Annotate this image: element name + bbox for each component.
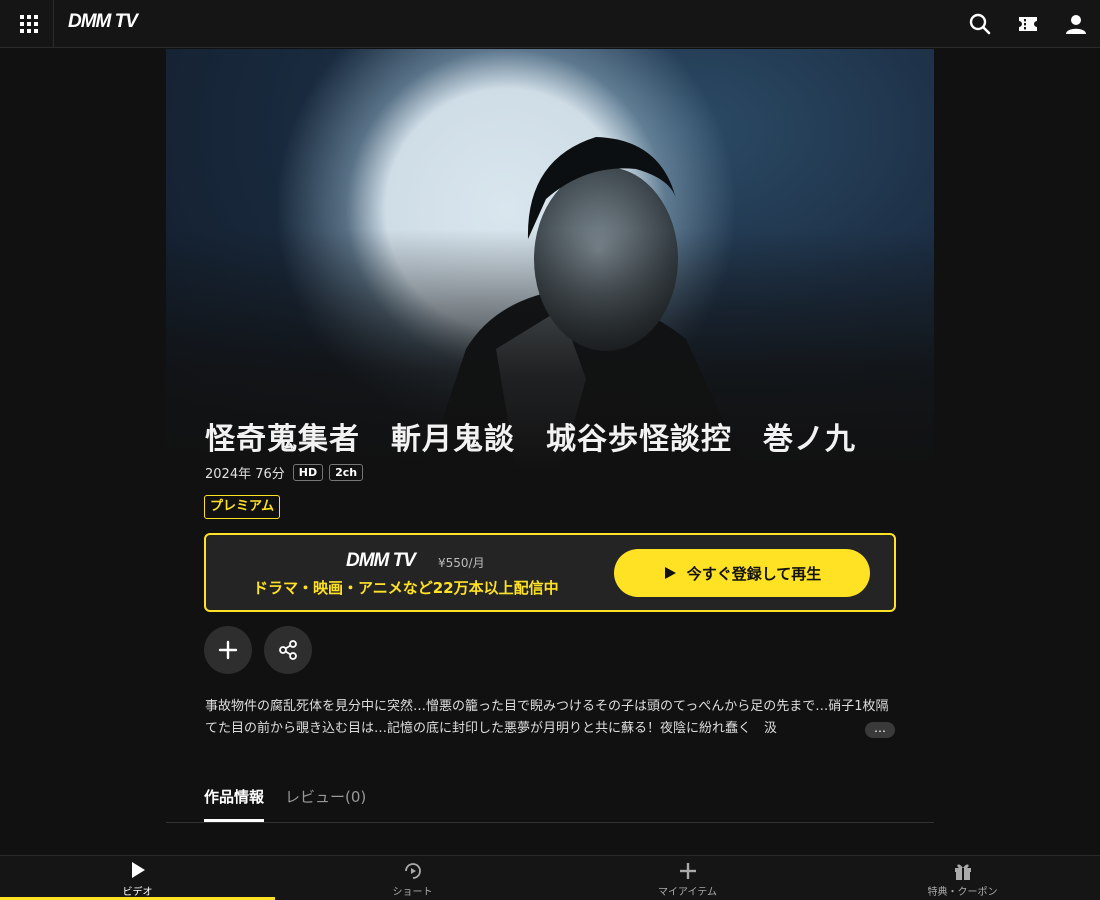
ticket-icon[interactable] [1016, 12, 1040, 36]
bottom-navigation: ビデオ ショート マイアイテム 特典・クーポン [0, 855, 1100, 900]
nav-label: 特典・クーポン [927, 887, 998, 898]
nav-item-shorts[interactable]: ショート [275, 856, 550, 900]
nav-label: ビデオ [122, 887, 153, 898]
share-icon [279, 640, 297, 660]
share-button[interactable] [264, 626, 312, 674]
hero-figure-illustration [426, 137, 746, 469]
synopsis-text: 事故物件の腐乱死体を見分中に突然…憎悪の籠った目で睨みつけるその子は頭のてっぺん… [205, 699, 889, 736]
subscribe-play-label: 今すぐ登録して再生 [686, 564, 822, 583]
play-icon [664, 567, 676, 579]
user-icon[interactable] [1064, 12, 1088, 36]
promo-logo: DMM TV [346, 550, 416, 571]
subscribe-play-button[interactable]: 今すぐ登録して再生 [614, 549, 870, 597]
shorts-icon [404, 863, 421, 879]
site-logo[interactable]: DMM TV [68, 11, 138, 33]
top-header: DMM TV [0, 0, 1100, 48]
add-icon [218, 640, 238, 660]
header-divider [53, 0, 54, 48]
premium-badge: プレミアム [204, 495, 281, 519]
play-icon [131, 862, 145, 878]
gift-icon [954, 864, 971, 880]
search-icon[interactable] [968, 12, 992, 36]
promo-price: ¥550/月 [438, 556, 485, 570]
nav-label: ショート [392, 887, 433, 898]
hd-badge: HD [292, 463, 324, 481]
content-title: 怪奇蒐集者 斬月鬼談 城谷歩怪談控 巻ノ九 [205, 422, 856, 457]
apps-grid-icon[interactable] [20, 15, 38, 33]
nav-item-video[interactable]: ビデオ [0, 856, 275, 900]
expand-synopsis-button[interactable]: … [865, 722, 895, 738]
add-to-list-button[interactable] [204, 626, 252, 674]
tab-reviews[interactable]: レビュー(0) [285, 786, 366, 822]
promo-description: ドラマ・映画・アニメなど22万本以上配信中 [253, 579, 559, 597]
content-tabs: 作品情報 レビュー(0) [166, 780, 934, 823]
tab-info[interactable]: 作品情報 [204, 786, 265, 822]
nav-label: マイアイテム [658, 887, 717, 898]
plus-icon [679, 863, 696, 879]
year-duration: 2024年 76分 [205, 466, 285, 482]
audio-channel-badge: 2ch [329, 463, 364, 481]
content-meta: 2024年 76分 HD 2ch [205, 461, 369, 483]
hero-image [166, 49, 934, 469]
nav-item-coupons[interactable]: 特典・クーポン [825, 856, 1100, 900]
nav-item-my-items[interactable]: マイアイテム [550, 856, 825, 900]
subscription-promo: DMM TV ¥550/月 ドラマ・映画・アニメなど22万本以上配信中 今すぐ登… [204, 533, 896, 612]
